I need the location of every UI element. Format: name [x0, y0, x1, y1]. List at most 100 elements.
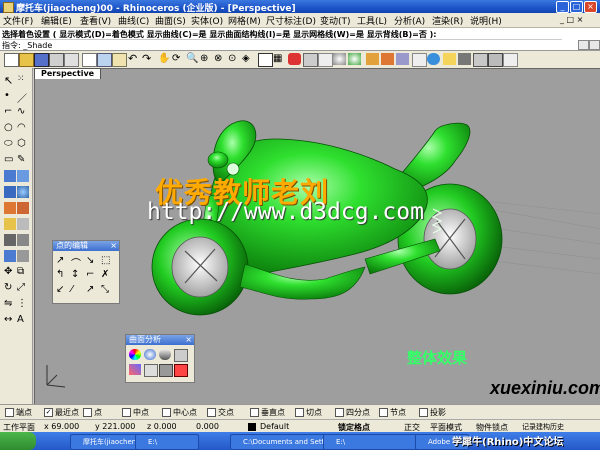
view-icon[interactable]: ◈	[242, 53, 255, 65]
shaded-icon[interactable]	[333, 53, 346, 65]
text-icon[interactable]: A	[17, 314, 29, 326]
group-icon[interactable]	[17, 250, 29, 262]
properties-icon[interactable]	[396, 53, 409, 65]
line-icon[interactable]: ／	[17, 90, 29, 105]
save-icon[interactable]	[34, 53, 49, 67]
menu-tools[interactable]: 工具(L)	[357, 14, 387, 27]
help-icon[interactable]	[503, 53, 518, 67]
weight-icon[interactable]: ✗	[101, 269, 109, 280]
select-arrow-icon[interactable]: ↖	[4, 74, 16, 87]
light-icon[interactable]	[443, 53, 456, 65]
lock-icon[interactable]	[366, 53, 379, 65]
four-viewports-icon[interactable]	[258, 53, 273, 67]
start-button[interactable]	[0, 432, 36, 450]
pull-icon[interactable]: ⤡	[101, 284, 109, 295]
edit-points-icon[interactable]: ⌒	[71, 255, 81, 270]
open-file-icon[interactable]	[19, 53, 34, 67]
command-expand-button[interactable]	[589, 40, 600, 50]
osnap-item[interactable]: 节点	[379, 407, 406, 418]
viewport-tab-perspective[interactable]: Perspective	[34, 68, 102, 79]
surface-analysis-panel-close[interactable]: ×	[185, 335, 192, 345]
direction-icon[interactable]	[159, 364, 173, 377]
material-icon[interactable]	[473, 53, 488, 67]
fillet-icon[interactable]	[17, 202, 29, 214]
zoom-selected-icon[interactable]: ⊙	[228, 53, 241, 65]
osnap-checkbox[interactable]	[162, 408, 171, 417]
menu-analyze[interactable]: 分析(A)	[394, 14, 425, 27]
osnap-item[interactable]: 四分点	[335, 407, 370, 418]
mesh-icon[interactable]	[4, 218, 16, 230]
sphere-icon[interactable]	[17, 186, 29, 198]
osnap-item[interactable]: 点	[83, 407, 102, 418]
move-icon[interactable]: ✥	[4, 266, 16, 278]
polygon-icon[interactable]: ⬡	[17, 138, 29, 150]
car-icon[interactable]	[288, 53, 301, 65]
drag-icon[interactable]: ↗	[86, 284, 94, 295]
box-icon[interactable]	[4, 186, 16, 198]
render-icon[interactable]	[348, 53, 361, 65]
point-icon[interactable]: •	[4, 90, 16, 102]
cut-icon[interactable]	[97, 53, 112, 67]
taskbar-item-documents[interactable]: C:\Documents and Sett...	[230, 434, 332, 450]
explode-icon[interactable]	[4, 250, 16, 262]
rotate-view-icon[interactable]: ⟳	[172, 53, 185, 65]
move-point-icon[interactable]: ↕	[71, 269, 79, 280]
menu-solid[interactable]: 实体(O)	[191, 14, 223, 27]
taskbar-item-rhino[interactable]: 摩托车(jiaocheng)00 -...	[70, 434, 144, 450]
menu-view[interactable]: 查看(V)	[80, 14, 111, 27]
osnap-checkbox[interactable]	[207, 408, 216, 417]
menu-transform[interactable]: 变动(T)	[320, 14, 351, 27]
menu-surface[interactable]: 曲面(S)	[155, 14, 186, 27]
camera-icon[interactable]	[458, 53, 471, 65]
osnap-checkbox[interactable]	[295, 408, 304, 417]
osnap-checkbox[interactable]	[379, 408, 388, 417]
smooth-icon[interactable]: ↙	[56, 284, 64, 295]
menu-help[interactable]: 说明(H)	[470, 14, 502, 27]
edge-check-icon[interactable]	[144, 364, 158, 377]
thickness-icon[interactable]	[129, 364, 141, 375]
options-icon[interactable]	[412, 53, 427, 67]
osnap-checkbox[interactable]	[419, 408, 428, 417]
curve-icon[interactable]: ∿	[17, 106, 29, 118]
insert-knot-icon[interactable]: ↰	[56, 269, 64, 280]
export-icon[interactable]	[488, 53, 503, 67]
trim-icon[interactable]	[4, 234, 16, 246]
draft-angle-icon[interactable]	[174, 349, 188, 362]
osnap-checkbox[interactable]: ✓	[44, 408, 53, 417]
layer-icon[interactable]	[381, 53, 394, 65]
environment-icon[interactable]	[427, 53, 440, 65]
minimize-button[interactable]: _	[556, 1, 569, 13]
ellipse-icon[interactable]: ⬭	[4, 138, 16, 150]
cube-points-icon[interactable]: ⬚	[101, 255, 110, 266]
menu-dimension[interactable]: 尺寸标注(D)	[266, 14, 316, 27]
points-off-icon[interactable]: ↘	[86, 255, 94, 266]
pan-icon[interactable]: ✋	[158, 53, 171, 65]
copy-icon[interactable]	[82, 53, 97, 67]
perspective-viewport[interactable]: 优秀教师老刘 http://www.d3dcg.com 整体效果 xuexini…	[34, 68, 600, 405]
osnap-checkbox[interactable]	[250, 408, 259, 417]
osnap-item[interactable]: 中心点	[162, 407, 197, 418]
wireframe-icon[interactable]	[318, 53, 333, 67]
menu-file[interactable]: 文件(F)	[3, 14, 33, 27]
copy-object-icon[interactable]: ⧉	[17, 266, 29, 278]
zoom-extents-icon[interactable]: ⊗	[214, 53, 227, 65]
osnap-checkbox[interactable]	[83, 408, 92, 417]
mdi-controls[interactable]: _ □ ×	[560, 15, 583, 24]
surface-icon[interactable]	[4, 170, 16, 182]
import-icon[interactable]	[64, 53, 79, 67]
polyline-icon[interactable]: ⌐	[4, 106, 16, 118]
osnap-item[interactable]: 交点	[207, 407, 234, 418]
mirror-icon[interactable]: ⇋	[4, 298, 16, 310]
menu-mesh[interactable]: 网格(M)	[228, 14, 261, 27]
grid-icon[interactable]	[303, 53, 318, 67]
zebra-icon[interactable]	[159, 349, 171, 360]
command-history-button[interactable]	[578, 40, 589, 50]
split-icon[interactable]	[17, 218, 29, 230]
osnap-item[interactable]: ✓ 最近点	[44, 407, 79, 418]
control-points-on-icon[interactable]: ↗	[56, 255, 64, 266]
osnap-checkbox[interactable]	[335, 408, 344, 417]
osnap-item[interactable]: 投影	[419, 407, 446, 418]
cplane-icon[interactable]: ▦	[273, 53, 286, 65]
paste-icon[interactable]	[112, 53, 127, 67]
analysis-off-icon[interactable]	[174, 364, 188, 377]
